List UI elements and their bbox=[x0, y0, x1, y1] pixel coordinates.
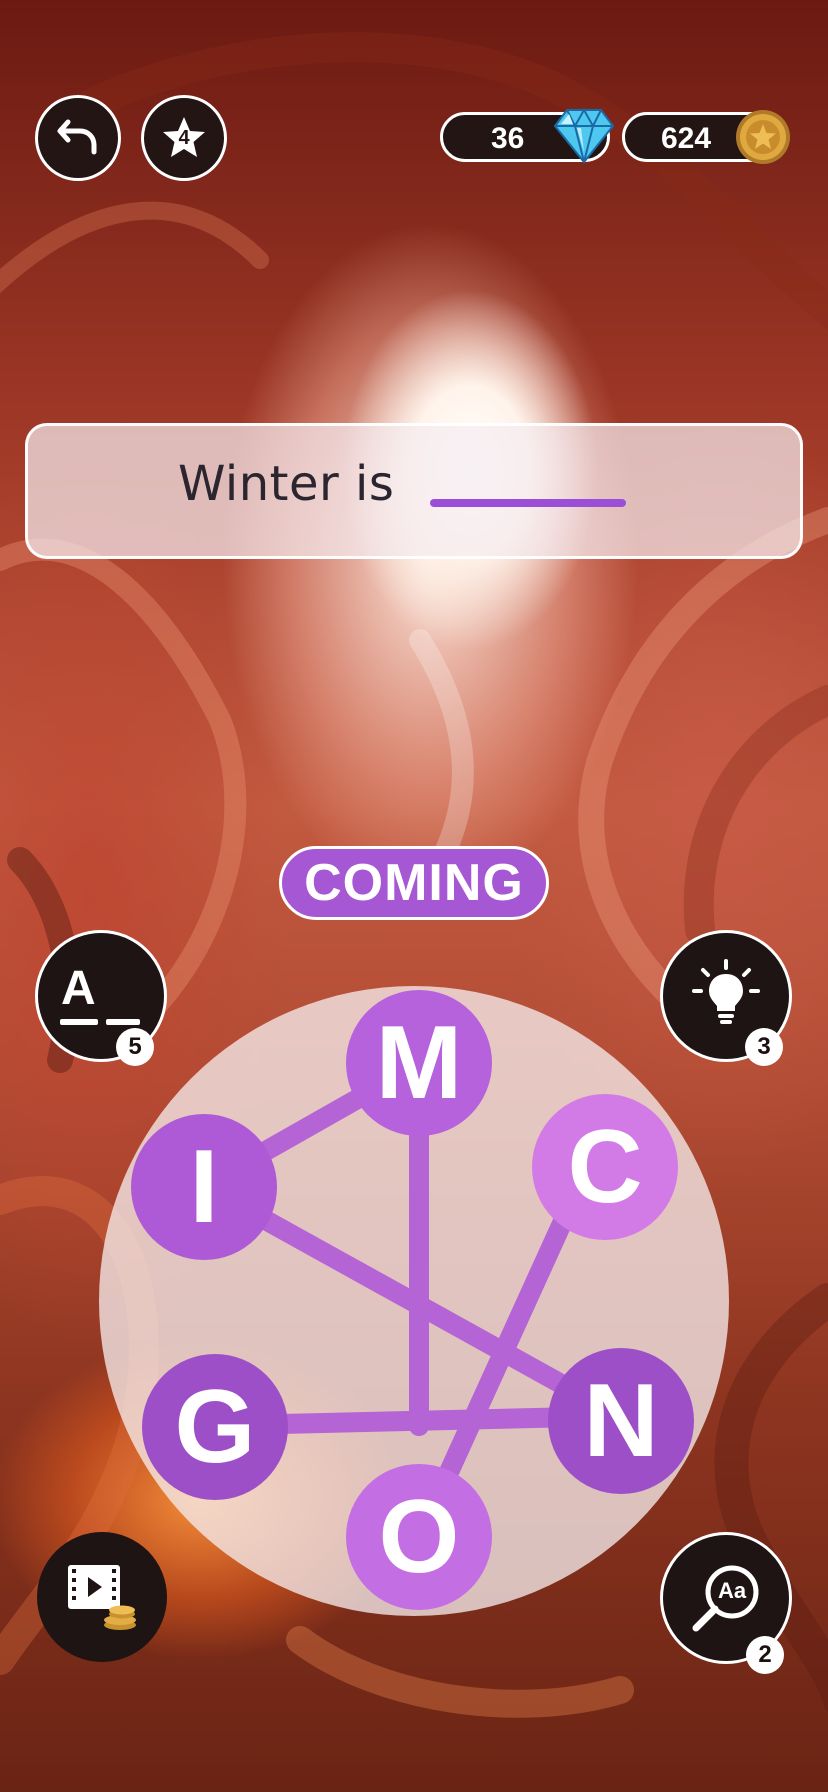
letter-tile-i[interactable]: I bbox=[131, 1114, 277, 1260]
undo-icon bbox=[56, 114, 100, 162]
star-icon: 4 bbox=[160, 114, 208, 162]
gem-icon bbox=[553, 106, 615, 164]
hint-count: 3 bbox=[745, 1028, 783, 1066]
letter-tile-o[interactable]: O bbox=[346, 1464, 492, 1610]
letter-tile-n[interactable]: N bbox=[548, 1348, 694, 1494]
gems-count: 36 bbox=[491, 122, 525, 155]
letter-tile-m[interactable]: M bbox=[346, 990, 492, 1136]
level-number: 4 bbox=[178, 127, 190, 149]
current-word-display: COMING bbox=[279, 846, 549, 920]
find-word-count: 2 bbox=[746, 1636, 784, 1674]
answer-blank bbox=[430, 499, 626, 507]
coin-icon bbox=[734, 108, 792, 166]
clue-panel bbox=[25, 423, 803, 559]
video-coins-icon bbox=[62, 1555, 142, 1639]
level-star-button[interactable]: 4 bbox=[141, 95, 227, 181]
watch-video-button[interactable] bbox=[37, 1532, 167, 1662]
letter-tile-g[interactable]: G bbox=[142, 1354, 288, 1500]
clue-text: Winter is bbox=[178, 456, 395, 512]
letter-wheel[interactable]: M C N O G I bbox=[99, 986, 729, 1616]
letter-tile-c[interactable]: C bbox=[532, 1094, 678, 1240]
coins-count: 624 bbox=[661, 122, 712, 155]
magnifier-icon: Aa bbox=[688, 1560, 764, 1636]
undo-button[interactable] bbox=[35, 95, 121, 181]
